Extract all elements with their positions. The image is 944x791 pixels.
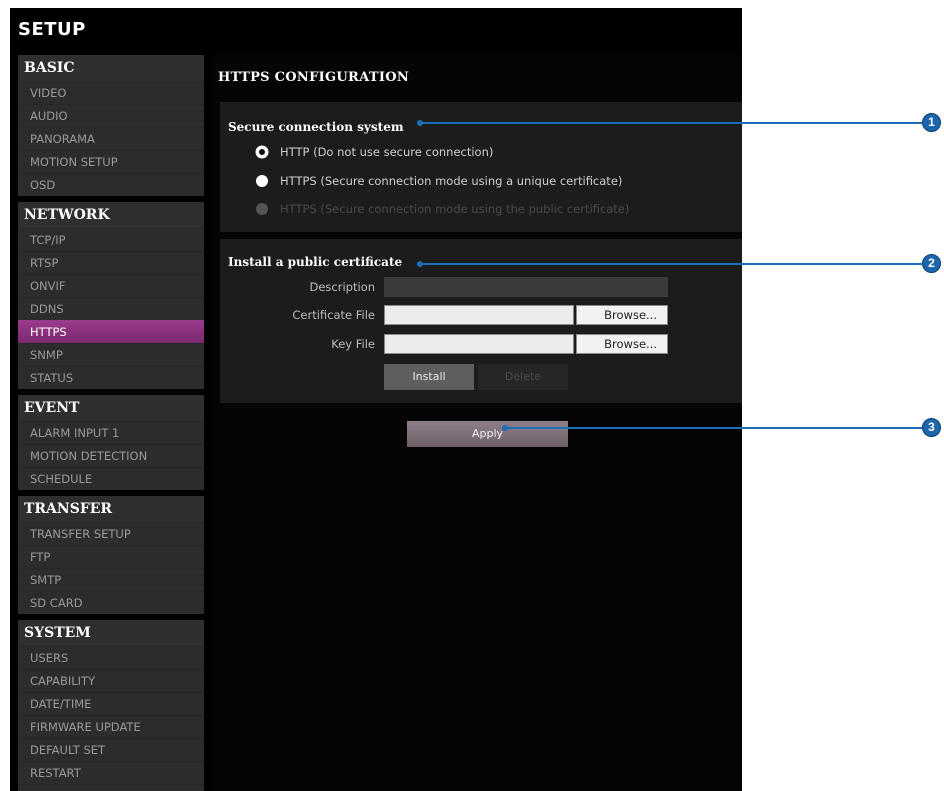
certificate-browse-button[interactable]: Browse... bbox=[576, 305, 668, 325]
description-label: Description bbox=[309, 280, 376, 294]
setup-window: SETUP BASIC VIDEO AUDIO PANORAMA MOTION SETU… bbox=[10, 8, 742, 791]
callout-2-line bbox=[420, 263, 922, 265]
sidebar-item-snmp[interactable]: SNMP bbox=[18, 343, 204, 366]
sidebar-item-https[interactable]: HTTPS bbox=[18, 320, 204, 343]
sidebar-item-capability[interactable]: CAPABILITY bbox=[18, 669, 204, 692]
sidebar-item-tcp-ip[interactable]: TCP/IP bbox=[18, 228, 204, 251]
install-button[interactable]: Install bbox=[384, 364, 474, 390]
sidebar-item-default-set[interactable]: DEFAULT SET bbox=[18, 738, 204, 761]
sidebar-section-title[interactable]: NETWORK bbox=[18, 202, 204, 228]
sidebar-section-title[interactable]: TRANSFER bbox=[18, 496, 204, 522]
sidebar-item-firmware-update[interactable]: FIRMWARE UPDATE bbox=[18, 715, 204, 738]
sidebar-item-video[interactable]: VIDEO bbox=[18, 81, 204, 104]
sidebar-section-title[interactable]: SYSTEM bbox=[18, 620, 204, 646]
sidebar-item-audio[interactable]: AUDIO bbox=[18, 104, 204, 127]
sidebar-item-log[interactable]: LOG bbox=[18, 784, 204, 791]
callout-2-badge: 2 bbox=[922, 254, 941, 273]
sidebar-item-transfer-setup[interactable]: TRANSFER SETUP bbox=[18, 522, 204, 545]
key-file-input[interactable] bbox=[384, 334, 574, 354]
radio-http-label: HTTP (Do not use secure connection) bbox=[280, 145, 494, 159]
sidebar-section-basic: BASIC VIDEO AUDIO PANORAMA MOTION SETUP OSD bbox=[18, 55, 204, 196]
callout-3-badge: 3 bbox=[922, 418, 941, 437]
sidebar-item-ddns[interactable]: DDNS bbox=[18, 297, 204, 320]
sidebar-section-event: EVENT ALARM INPUT 1 MOTION DETECTION SCHEDU… bbox=[18, 395, 204, 490]
setup-title: SETUP bbox=[18, 19, 86, 40]
sidebar-section-network: NETWORK TCP/IP RTSP ONVIF DDNS HTTPS SNMP STATU… bbox=[18, 202, 204, 389]
sidebar-section-title[interactable]: BASIC bbox=[18, 55, 204, 81]
main-panel: HTTPS CONFIGURATION Secure connection sy… bbox=[212, 55, 742, 791]
radio-unchecked-icon[interactable] bbox=[256, 175, 268, 187]
public-certificate-heading: Install a public certificate bbox=[228, 255, 403, 269]
sidebar-item-schedule[interactable]: SCHEDULE bbox=[18, 467, 204, 490]
callout-3-line bbox=[505, 427, 922, 429]
radio-disabled-icon bbox=[256, 203, 268, 215]
description-field[interactable] bbox=[384, 277, 668, 297]
sidebar-section-transfer: TRANSFER TRANSFER SETUP FTP SMTP SD CARD bbox=[18, 496, 204, 614]
callout-1-line bbox=[420, 122, 922, 124]
radio-https-unique[interactable]: HTTPS (Secure connection mode using a un… bbox=[256, 172, 622, 190]
sidebar-item-users[interactable]: USERS bbox=[18, 646, 204, 669]
radio-https-public: HTTPS (Secure connection mode using the … bbox=[256, 200, 629, 218]
sidebar-item-motion-setup[interactable]: MOTION SETUP bbox=[18, 150, 204, 173]
radio-https-unique-label: HTTPS (Secure connection mode using a un… bbox=[280, 174, 623, 188]
sidebar-item-rtsp[interactable]: RTSP bbox=[18, 251, 204, 274]
key-browse-button[interactable]: Browse... bbox=[576, 334, 668, 354]
apply-button[interactable]: Apply bbox=[407, 421, 568, 447]
sidebar-item-onvif[interactable]: ONVIF bbox=[18, 274, 204, 297]
callout-1-badge: 1 bbox=[922, 113, 941, 132]
sidebar-item-date-time[interactable]: DATE/TIME bbox=[18, 692, 204, 715]
radio-checked-icon[interactable] bbox=[256, 146, 268, 158]
sidebar-item-ftp[interactable]: FTP bbox=[18, 545, 204, 568]
sidebar: BASIC VIDEO AUDIO PANORAMA MOTION SETUP OSD NE… bbox=[18, 55, 204, 791]
secure-connection-heading: Secure connection system bbox=[228, 120, 404, 134]
sidebar-item-panorama[interactable]: PANORAMA bbox=[18, 127, 204, 150]
sidebar-item-restart[interactable]: RESTART bbox=[18, 761, 204, 784]
page-title: HTTPS CONFIGURATION bbox=[218, 70, 410, 85]
sidebar-item-status[interactable]: STATUS bbox=[18, 366, 204, 389]
radio-http[interactable]: HTTP (Do not use secure connection) bbox=[256, 143, 493, 161]
sidebar-item-osd[interactable]: OSD bbox=[18, 173, 204, 196]
sidebar-item-alarm-input-1[interactable]: ALARM INPUT 1 bbox=[18, 421, 204, 444]
sidebar-section-title[interactable]: EVENT bbox=[18, 395, 204, 421]
certificate-file-input[interactable] bbox=[384, 305, 574, 325]
certificate-file-label: Certificate File bbox=[292, 308, 375, 322]
sidebar-item-motion-detection[interactable]: MOTION DETECTION bbox=[18, 444, 204, 467]
sidebar-item-smtp[interactable]: SMTP bbox=[18, 568, 204, 591]
sidebar-section-system: SYSTEM USERS CAPABILITY DATE/TIME FIRMWARE U… bbox=[18, 620, 204, 791]
sidebar-item-sd-card[interactable]: SD CARD bbox=[18, 591, 204, 614]
radio-https-public-label: HTTPS (Secure connection mode using the … bbox=[280, 202, 630, 216]
key-file-label: Key File bbox=[331, 337, 375, 351]
top-bar: SETUP bbox=[10, 8, 742, 54]
delete-button: Delete bbox=[478, 364, 568, 390]
